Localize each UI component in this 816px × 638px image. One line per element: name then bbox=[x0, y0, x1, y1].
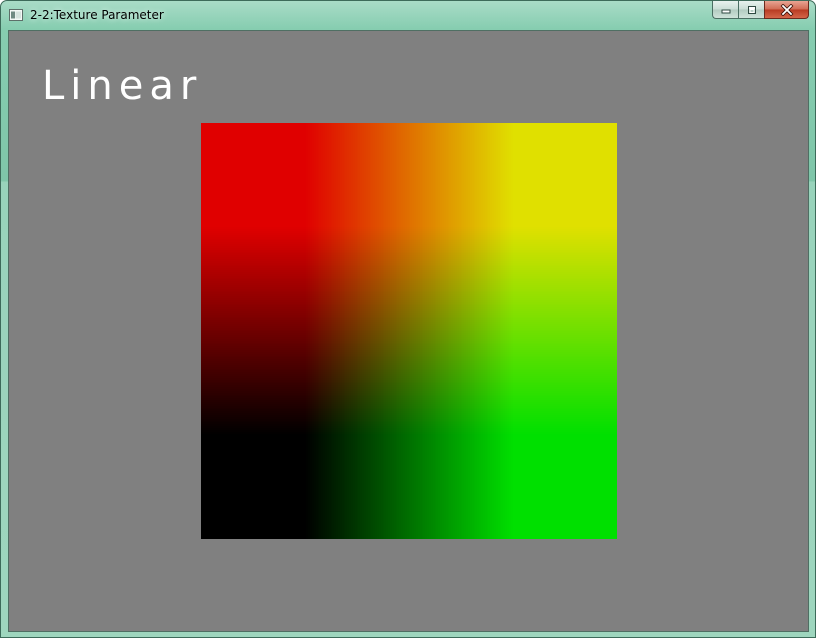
minimize-icon bbox=[721, 9, 730, 13]
app-window: 2-2:Texture Parameter Linear bbox=[0, 0, 816, 638]
close-icon bbox=[780, 3, 793, 16]
filter-mode-label: Linear bbox=[42, 63, 203, 109]
texture-quad bbox=[201, 123, 617, 539]
maximize-button[interactable] bbox=[738, 1, 764, 19]
close-button[interactable] bbox=[764, 1, 809, 19]
maximize-icon bbox=[747, 5, 756, 14]
caption-buttons bbox=[712, 1, 809, 20]
title-bar[interactable]: 2-2:Texture Parameter bbox=[1, 1, 815, 29]
window-title: 2-2:Texture Parameter bbox=[30, 8, 164, 22]
minimize-button[interactable] bbox=[712, 1, 738, 19]
render-canvas[interactable]: Linear bbox=[8, 30, 809, 632]
application-window-icon[interactable] bbox=[9, 9, 23, 21]
